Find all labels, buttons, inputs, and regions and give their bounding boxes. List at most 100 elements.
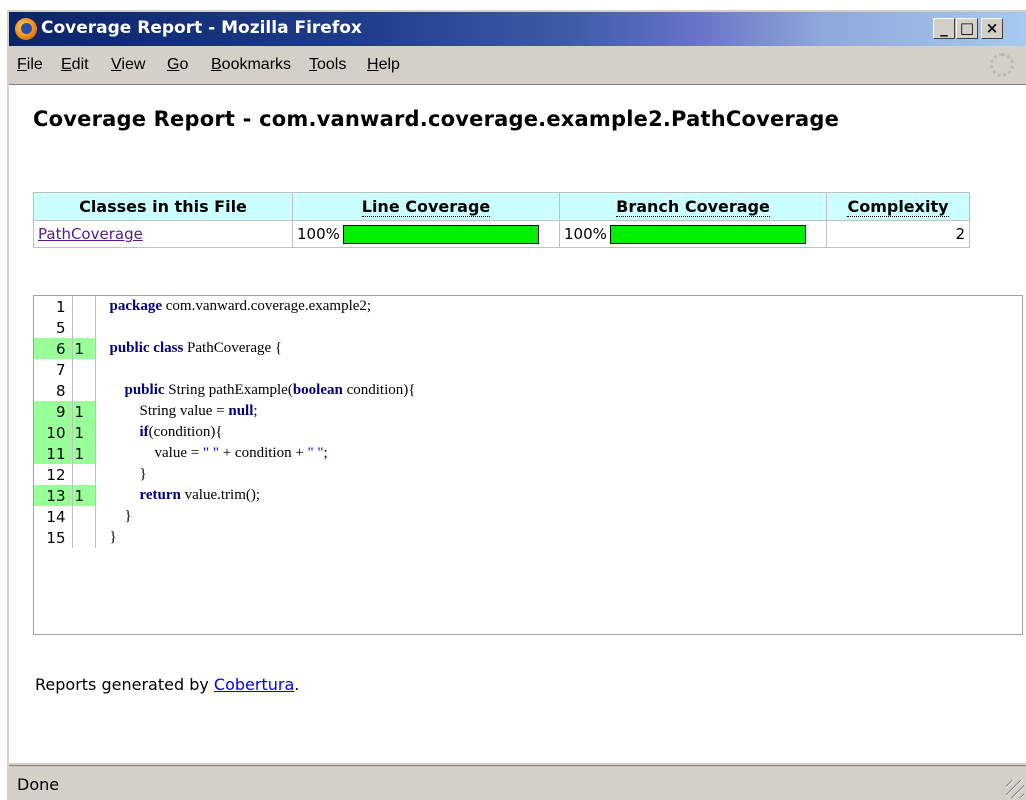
line-code: public String pathExample(boolean condit… (124, 382, 416, 398)
line-coverage-bar (343, 224, 539, 244)
line-hit-count (72, 296, 96, 317)
throbber-icon (990, 53, 1014, 77)
line-code: public class PathCoverage { (109, 340, 283, 356)
resize-grip-icon[interactable] (1006, 780, 1024, 798)
menu-help-rest: elp (378, 56, 400, 73)
line-coverage-cell: 100% (292, 220, 560, 248)
line-coverage-percent: 100% (297, 225, 340, 243)
window-title: Coverage Report - Mozilla Firefox (41, 18, 362, 38)
source-line: 13 1 return value.trim(); (34, 485, 1022, 506)
line-code: package com.vanward.coverage.example2; (109, 298, 372, 314)
status-text: Done (17, 775, 60, 794)
source-line: 12 } (34, 464, 1022, 485)
header-branch-coverage-label: Branch Coverage (616, 197, 770, 217)
page-title: Coverage Report - com.vanward.coverage.e… (33, 107, 840, 131)
cobertura-link[interactable]: Cobertura (214, 675, 294, 694)
line-number: 7 (34, 359, 73, 380)
minimize-button[interactable]: _ (933, 18, 955, 39)
line-code: } (109, 508, 132, 524)
status-bar: Done (9, 765, 1026, 800)
line-number: 9 (34, 401, 73, 422)
footer-prefix: Reports generated by (35, 675, 214, 694)
menu-file[interactable]: File (17, 56, 43, 74)
line-code: String value = null; (109, 403, 258, 419)
source-line: 11 1 value = " " + condition + " "; (34, 443, 1022, 464)
menu-edit[interactable]: Edit (61, 56, 89, 74)
footer-text: Reports generated by Cobertura. (35, 675, 299, 694)
source-line: 7 (34, 359, 1022, 380)
branch-coverage-percent: 100% (564, 225, 607, 243)
header-line-coverage-label: Line Coverage (361, 197, 491, 217)
class-cell: PathCoverage (33, 220, 293, 248)
menu-file-rest: ile (26, 56, 43, 73)
menu-view[interactable]: View (111, 56, 145, 74)
menu-bar: File Edit View Go Bookmarks Tools Help (9, 48, 1026, 85)
line-hit-count (72, 317, 96, 338)
footer-suffix: . (294, 675, 300, 694)
line-code: return value.trim(); (139, 487, 261, 503)
menu-tools-rest: ools (317, 56, 347, 73)
firefox-icon (15, 18, 37, 40)
menu-edit-rest: dit (71, 56, 89, 73)
line-hit-count (72, 359, 96, 380)
source-line: 10 1 if(condition){ (34, 422, 1022, 443)
line-hit-count (72, 527, 96, 548)
branch-coverage-bar (610, 224, 806, 244)
line-code (95, 359, 1022, 380)
line-hit-count (72, 464, 96, 485)
complexity-cell: 2 (826, 220, 970, 248)
menu-tools[interactable]: Tools (309, 56, 346, 74)
maximize-button[interactable]: □ (956, 18, 978, 39)
source-line: 1 package com.vanward.coverage.example2; (34, 296, 1022, 317)
source-line: 14 } (34, 506, 1022, 527)
line-number: 10 (34, 422, 73, 443)
line-hit-count (72, 380, 96, 401)
page-content: Coverage Report - com.vanward.coverage.e… (9, 85, 1026, 763)
header-complexity[interactable]: Complexity (826, 192, 970, 221)
line-code: } (109, 529, 117, 545)
browser-window: Coverage Report - Mozilla Firefox _ □ × … (6, 9, 1026, 800)
line-number: 12 (34, 464, 73, 485)
class-link[interactable]: PathCoverage (38, 225, 143, 243)
table-header-row: Classes in this File Line Coverage Branc… (33, 192, 970, 221)
coverage-summary-table: Classes in this File Line Coverage Branc… (33, 192, 970, 248)
menu-go[interactable]: Go (167, 56, 188, 74)
line-hit-count: 1 (72, 443, 96, 464)
line-hit-count: 1 (72, 485, 96, 506)
source-line: 6 1 public class PathCoverage { (34, 338, 1022, 359)
line-number: 14 (34, 506, 73, 527)
source-line: 91 String value = null; (34, 401, 1022, 422)
line-number: 1 (34, 296, 73, 317)
menu-bookmarks[interactable]: Bookmarks (211, 56, 291, 74)
line-number: 8 (34, 380, 73, 401)
line-number: 5 (34, 317, 73, 338)
header-classes: Classes in this File (33, 192, 293, 221)
line-code: value = " " + condition + " "; (109, 445, 328, 461)
line-code: if(condition){ (139, 424, 223, 440)
line-hit-count: 1 (72, 401, 96, 422)
source-listing: 1 package com.vanward.coverage.example2; 5… (33, 295, 1023, 635)
title-bar[interactable]: Coverage Report - Mozilla Firefox _ □ × (9, 12, 1026, 46)
header-line-coverage[interactable]: Line Coverage (292, 192, 560, 221)
menu-go-rest: o (179, 56, 189, 73)
line-code: } (109, 466, 147, 482)
line-hit-count (72, 506, 96, 527)
line-code (95, 317, 1022, 338)
line-number: 6 (34, 338, 73, 359)
source-line: 5 (34, 317, 1022, 338)
menu-view-rest: iew (121, 56, 146, 73)
source-table: 1 package com.vanward.coverage.example2; 5… (34, 296, 1022, 548)
line-number: 11 (34, 443, 73, 464)
menu-help[interactable]: Help (367, 56, 400, 74)
header-complexity-label: Complexity (847, 197, 949, 217)
close-button[interactable]: × (981, 18, 1003, 39)
header-branch-coverage[interactable]: Branch Coverage (559, 192, 827, 221)
line-number: 15 (34, 527, 73, 548)
line-number: 13 (34, 485, 73, 506)
line-hit-count: 1 (72, 422, 96, 443)
line-hit-count: 1 (72, 338, 96, 359)
branch-coverage-cell: 100% (559, 220, 827, 248)
source-line: 8 public String pathExample(boolean cond… (34, 380, 1022, 401)
source-line: 15} (34, 527, 1022, 548)
menu-bookmarks-rest: ookmarks (221, 56, 292, 73)
